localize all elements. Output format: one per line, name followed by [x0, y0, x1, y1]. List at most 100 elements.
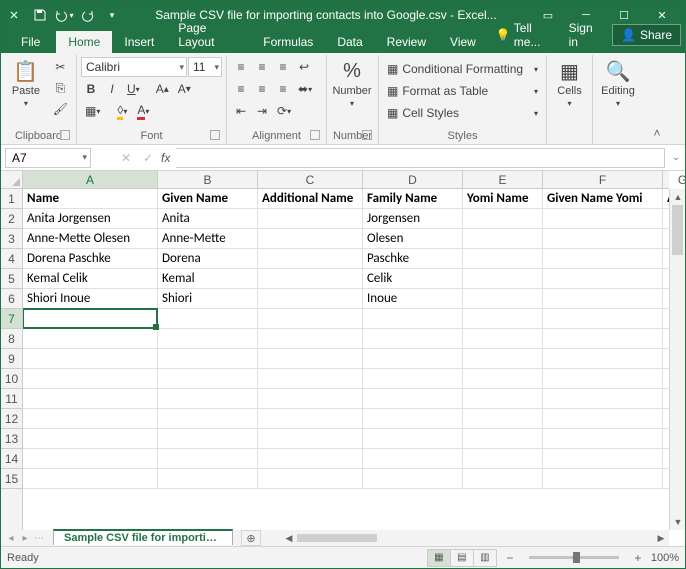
merge-center-icon[interactable]: ⬌▾ — [294, 79, 316, 99]
sheet-tab[interactable]: Sample CSV file for importing c — [53, 529, 233, 545]
cell[interactable] — [258, 209, 363, 229]
cell[interactable] — [463, 309, 543, 329]
align-right-icon[interactable]: ≡ — [273, 79, 293, 99]
cell[interactable] — [543, 289, 663, 309]
row-header[interactable]: 15 — [1, 469, 22, 489]
row-header[interactable]: 5 — [1, 269, 22, 289]
cell[interactable] — [543, 389, 663, 409]
name-box[interactable]: A7 — [5, 148, 91, 168]
cell[interactable] — [463, 449, 543, 469]
cell[interactable] — [363, 429, 463, 449]
cell[interactable] — [463, 249, 543, 269]
cell[interactable] — [158, 369, 258, 389]
cell[interactable] — [543, 429, 663, 449]
editing-button[interactable]: 🔍 Editing▾ — [597, 57, 639, 110]
cell[interactable] — [463, 349, 543, 369]
page-layout-view-icon[interactable]: ▤ — [450, 549, 474, 567]
cell[interactable] — [23, 469, 158, 489]
cell[interactable] — [258, 329, 363, 349]
align-center-icon[interactable]: ≡ — [252, 79, 272, 99]
cell[interactable] — [158, 429, 258, 449]
cell[interactable] — [23, 389, 158, 409]
cell[interactable] — [23, 449, 158, 469]
redo-icon[interactable] — [77, 4, 99, 26]
tab-data[interactable]: Data — [325, 31, 374, 53]
cells-area[interactable]: NameGiven NameAdditional NameFamily Name… — [23, 189, 669, 530]
cell[interactable] — [258, 229, 363, 249]
row-header[interactable]: 13 — [1, 429, 22, 449]
font-size-combo[interactable]: 11 — [188, 57, 222, 77]
cell[interactable]: Shiori Inoue — [23, 289, 158, 309]
cell[interactable]: Celik — [363, 269, 463, 289]
underline-icon[interactable]: U▾ — [123, 79, 144, 99]
tab-file[interactable]: File — [5, 31, 56, 53]
row-header[interactable]: 9 — [1, 349, 22, 369]
fill-color-icon[interactable]: ◊▾ — [112, 101, 132, 121]
excel-icon[interactable] — [5, 4, 27, 26]
grow-font-icon[interactable]: A▴ — [152, 79, 173, 99]
cell[interactable] — [23, 349, 158, 369]
row-header[interactable]: 7 — [1, 309, 22, 329]
collapse-ribbon-icon[interactable]: ˄ — [647, 55, 667, 144]
cell[interactable] — [258, 409, 363, 429]
sheet-nav-first-icon[interactable]: ◂ — [5, 533, 17, 544]
cell[interactable] — [158, 349, 258, 369]
cell[interactable]: Dorena Paschke — [23, 249, 158, 269]
number-dialog-icon[interactable] — [362, 130, 372, 140]
column-header[interactable]: A — [23, 171, 158, 188]
cell[interactable] — [363, 369, 463, 389]
row-header[interactable]: 4 — [1, 249, 22, 269]
column-header[interactable]: E — [463, 171, 543, 188]
cell[interactable] — [258, 369, 363, 389]
cell[interactable]: Paschke — [363, 249, 463, 269]
row-header[interactable]: 8 — [1, 329, 22, 349]
qat-customize-icon[interactable]: ▾ — [101, 4, 123, 26]
cell[interactable] — [543, 269, 663, 289]
cell[interactable] — [543, 349, 663, 369]
tab-formulas[interactable]: Formulas — [251, 31, 325, 53]
cell[interactable] — [363, 349, 463, 369]
scroll-left-icon[interactable]: ◀ — [281, 530, 297, 546]
cell[interactable] — [543, 309, 663, 329]
italic-icon[interactable]: I — [102, 79, 122, 99]
cell[interactable] — [543, 329, 663, 349]
format-painter-icon[interactable]: 🖌 — [49, 99, 72, 119]
cell[interactable] — [543, 249, 663, 269]
sign-in[interactable]: Sign in — [561, 17, 606, 53]
page-break-view-icon[interactable]: ▥ — [473, 549, 497, 567]
column-header[interactable]: G — [663, 171, 685, 188]
clipboard-dialog-icon[interactable] — [60, 130, 70, 140]
normal-view-icon[interactable]: ▦ — [427, 549, 451, 567]
cell[interactable]: Dorena — [158, 249, 258, 269]
cell[interactable] — [463, 209, 543, 229]
alignment-dialog-icon[interactable] — [310, 130, 320, 140]
cell[interactable] — [463, 329, 543, 349]
column-header[interactable]: B — [158, 171, 258, 188]
enter-formula-icon[interactable]: ✓ — [137, 148, 159, 168]
sheet-nav-last-icon[interactable]: ▸ — [19, 533, 31, 544]
cell[interactable] — [23, 369, 158, 389]
cell[interactable] — [543, 229, 663, 249]
cell[interactable] — [363, 389, 463, 409]
sheet-nav-menu-icon[interactable]: ⋯ — [33, 533, 45, 544]
tab-view[interactable]: View — [438, 31, 488, 53]
cell[interactable] — [23, 409, 158, 429]
cancel-formula-icon[interactable]: ✕ — [115, 148, 137, 168]
cell[interactable] — [363, 409, 463, 429]
fx-icon[interactable]: fx — [161, 151, 170, 165]
cell[interactable] — [258, 469, 363, 489]
cell[interactable] — [543, 409, 663, 429]
scroll-right-icon[interactable]: ▶ — [653, 530, 669, 546]
share-button[interactable]: 👤Share — [612, 24, 681, 46]
cell[interactable]: Kemal — [158, 269, 258, 289]
cell[interactable]: Anita — [158, 209, 258, 229]
column-header[interactable]: F — [543, 171, 663, 188]
format-as-table-button[interactable]: ▦Format as Table▾ — [383, 81, 542, 101]
row-header[interactable]: 3 — [1, 229, 22, 249]
cell[interactable] — [463, 469, 543, 489]
align-left-icon[interactable]: ≡ — [231, 79, 251, 99]
cell[interactable] — [363, 329, 463, 349]
cell[interactable] — [363, 449, 463, 469]
row-header[interactable]: 11 — [1, 389, 22, 409]
cell[interactable] — [258, 429, 363, 449]
